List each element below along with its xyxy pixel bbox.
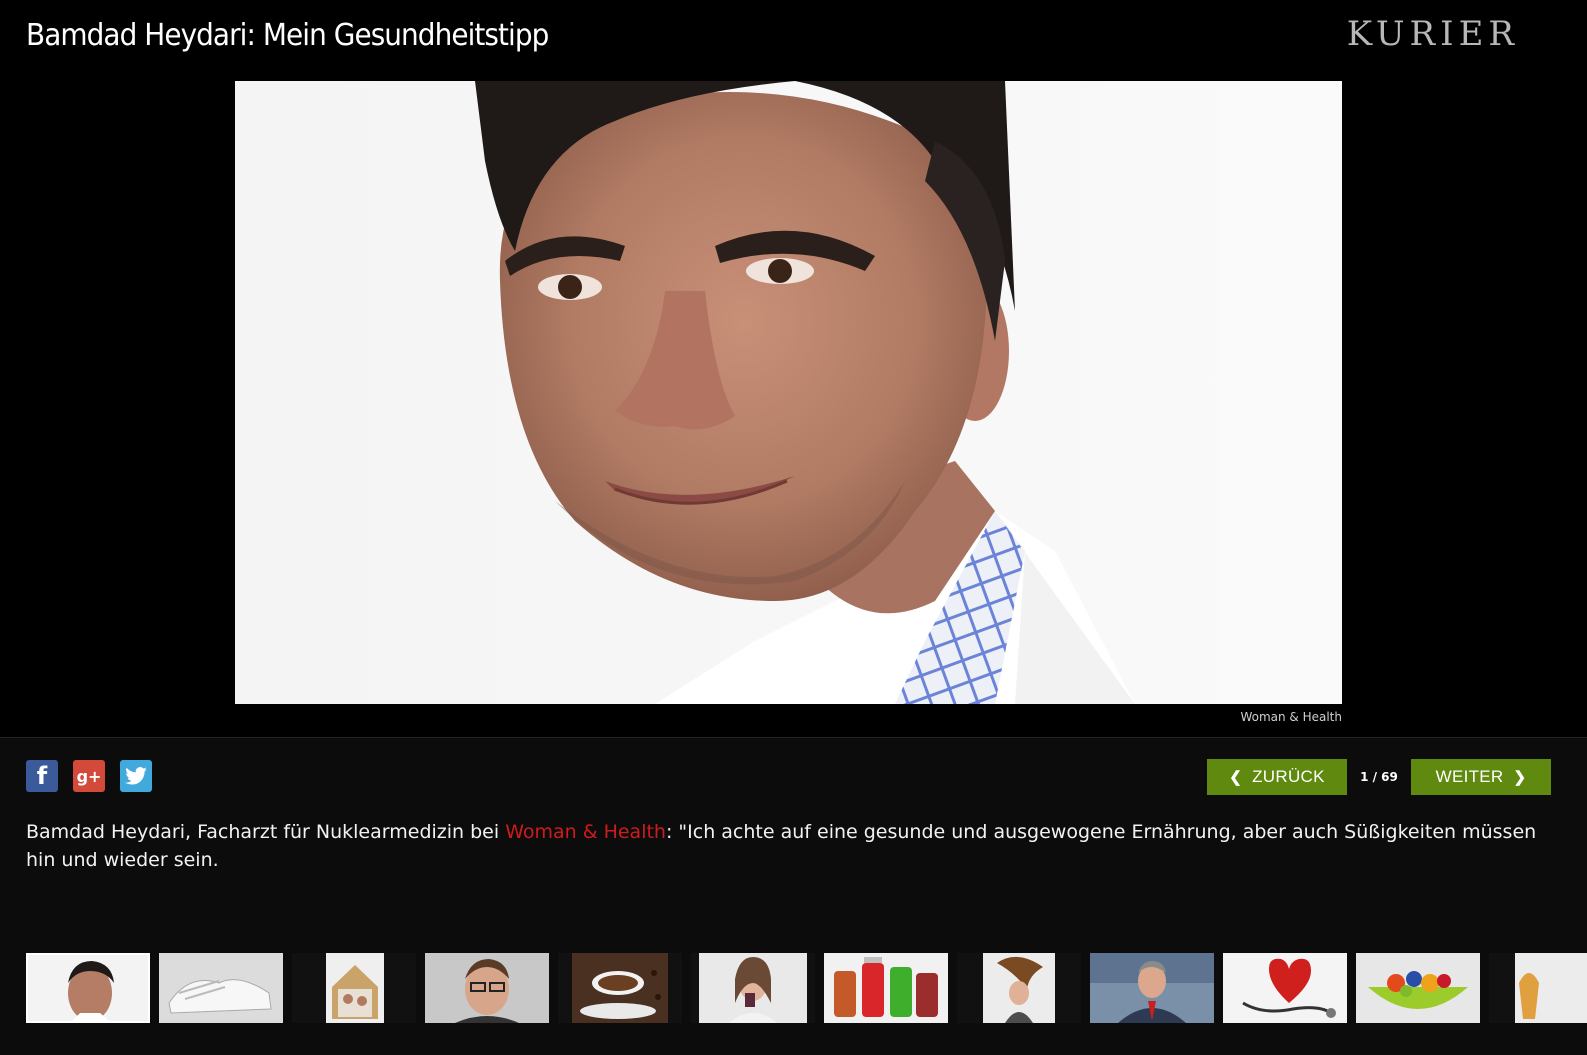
chevron-left-icon: ❮	[1229, 769, 1243, 786]
thumb-woman-drinking[interactable]	[691, 953, 815, 1023]
thumb-woman-hair[interactable]	[957, 953, 1081, 1023]
gallery-navigation: ❮ ZURÜCK 1 / 69 WEITER ❯	[1207, 759, 1551, 795]
thumb-partial[interactable]	[1489, 953, 1587, 1023]
twitter-icon[interactable]	[120, 760, 152, 792]
google-plus-icon[interactable]: g+	[73, 760, 105, 792]
thumb-juice-bottles[interactable]	[824, 953, 948, 1023]
woman-health-link[interactable]: Woman & Health	[505, 821, 666, 843]
chevron-right-icon: ❯	[1513, 769, 1527, 786]
previous-label: ZURÜCK	[1252, 767, 1325, 786]
slide-counter: 1 / 69	[1360, 770, 1398, 784]
gallery-stage: Bamdad Heydari: Mein Gesundheitstipp KUR…	[0, 0, 1587, 737]
thumb-businessman[interactable]	[1090, 953, 1214, 1023]
previous-button[interactable]: ❮ ZURÜCK	[1207, 759, 1347, 795]
thumb-doctor-portrait[interactable]	[26, 953, 150, 1023]
thumb-coffee-cup[interactable]	[558, 953, 682, 1023]
thumb-fruit-bowl[interactable]	[1356, 953, 1480, 1023]
google-plus-glyph: g+	[76, 766, 102, 786]
page-title: Bamdad Heydari: Mein Gesundheitstipp	[26, 18, 549, 53]
gallery-info-panel: f g+ ❮ ZURÜCK 1 / 69 WEITER ❯ Bamdad Hey…	[0, 737, 1587, 1055]
twitter-bird-icon	[125, 767, 147, 785]
thumb-heart-stethoscope[interactable]	[1223, 953, 1347, 1023]
photo-caption: Bamdad Heydari, Facharzt für Nuklearmedi…	[26, 818, 1556, 874]
next-button[interactable]: WEITER ❯	[1411, 759, 1551, 795]
facebook-glyph: f	[36, 762, 48, 790]
next-label: WEITER	[1435, 767, 1504, 786]
photo-credit: Woman & Health	[1240, 710, 1342, 724]
facebook-icon[interactable]: f	[26, 760, 58, 792]
thumb-sneakers[interactable]	[159, 953, 283, 1023]
social-share-bar: f g+	[26, 760, 152, 792]
thumbnail-strip	[26, 953, 1587, 1023]
thumb-house-family[interactable]	[292, 953, 416, 1023]
main-photo	[235, 81, 1342, 704]
caption-text-before: Bamdad Heydari, Facharzt für Nuklearmedi…	[26, 821, 506, 843]
thumb-man-glasses[interactable]	[425, 953, 549, 1023]
kurier-logo[interactable]: KURIER	[1347, 14, 1519, 54]
